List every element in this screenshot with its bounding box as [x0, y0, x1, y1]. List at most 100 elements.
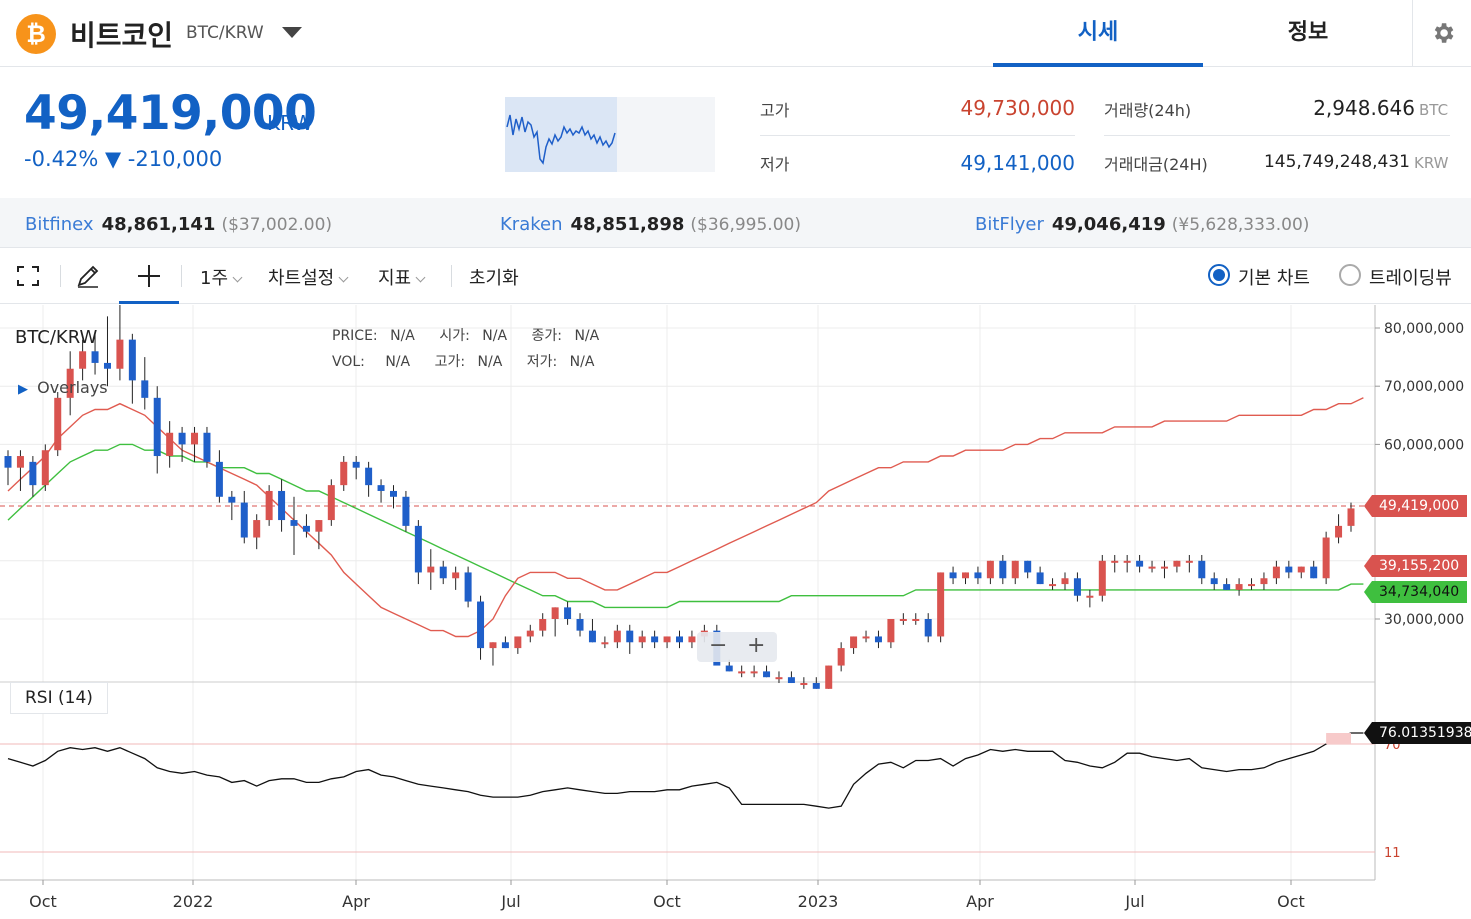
exchange-name[interactable]: BitFlyer: [975, 214, 1044, 235]
candle: [837, 642, 845, 672]
candle: [1198, 554, 1206, 585]
candle-body: [787, 677, 795, 684]
candle-body: [1024, 560, 1032, 573]
candle: [1086, 589, 1094, 608]
candle-body: [962, 572, 970, 579]
divider: [451, 265, 452, 287]
settings-button[interactable]: [1412, 0, 1471, 67]
candle-body: [1148, 566, 1156, 569]
tab-info[interactable]: 정보: [1203, 0, 1413, 67]
candle-body: [750, 671, 758, 674]
candle: [1148, 560, 1156, 573]
candle-body: [613, 630, 621, 643]
candle: [1123, 554, 1131, 573]
basic-chart-label[interactable]: 기본 차트: [1238, 264, 1310, 290]
candle-body: [4, 456, 12, 468]
candle: [962, 572, 970, 585]
chart-axes: 80,000,000 70,000,000 60,000,000 30,000,000…: [29, 321, 1464, 911]
candle-body: [763, 671, 771, 678]
info-value: N/A: [385, 354, 411, 370]
candle: [676, 630, 683, 649]
candle-body: [427, 566, 435, 573]
candle-body: [874, 636, 882, 643]
candle-body: [389, 490, 397, 497]
exchange-price: 48,861,141: [101, 214, 216, 235]
candle: [949, 566, 957, 585]
coin-pair: BTC/KRW: [186, 23, 264, 43]
price-change: -0.42% ▼ -210,000: [24, 147, 223, 171]
candle-body: [41, 450, 49, 486]
candle: [1272, 560, 1280, 585]
candle-body: [1173, 560, 1181, 567]
divider: [181, 265, 182, 287]
fullscreen-icon[interactable]: [16, 265, 40, 287]
x-tick-label: Oct: [29, 892, 57, 911]
candle: [874, 630, 882, 649]
info-value: N/A: [477, 354, 503, 370]
candle-body: [228, 496, 236, 503]
candle: [800, 677, 808, 689]
zoom-out-button[interactable]: −: [709, 633, 727, 658]
exchange-name[interactable]: Bitfinex: [25, 214, 94, 235]
candle-body: [651, 636, 659, 643]
candle-body: [999, 560, 1007, 579]
candle-body: [688, 636, 696, 643]
exchange-name[interactable]: Kraken: [500, 214, 563, 235]
last-price-tag: 49,419,000: [1363, 495, 1468, 517]
candle: [352, 456, 360, 480]
candle-body: [1322, 537, 1330, 579]
chart-settings-dropdown[interactable]: 차트설정: [268, 264, 349, 290]
tradingview-label[interactable]: 트레이딩뷰: [1369, 264, 1452, 290]
candle: [613, 624, 621, 649]
zoom-in-button[interactable]: +: [747, 633, 765, 658]
crosshair-tool[interactable]: [119, 248, 179, 304]
info-label: 종가:: [531, 328, 562, 344]
basic-chart-radio[interactable]: [1208, 264, 1230, 286]
price-unit: KRW: [267, 111, 313, 135]
candle-body: [290, 520, 298, 526]
candle-body: [1335, 525, 1343, 538]
candle: [166, 421, 174, 468]
candle-body: [464, 572, 472, 602]
exchange-price: 48,851,898: [570, 214, 685, 235]
reset-button[interactable]: 초기화: [469, 264, 519, 290]
overlays-toggle[interactable]: ▶ Overlays: [18, 378, 108, 397]
tradingview-radio[interactable]: [1339, 264, 1361, 286]
candle: [427, 549, 435, 590]
candle-body: [116, 339, 124, 369]
ma-short-line: [7, 397, 1364, 638]
candle-body: [638, 636, 646, 643]
candle: [1073, 572, 1081, 602]
pencil-icon[interactable]: [75, 263, 101, 289]
candle-body: [1285, 566, 1293, 573]
candle: [1335, 514, 1343, 544]
candle-body: [153, 397, 161, 457]
candle-body: [1223, 584, 1231, 590]
info-label: 고가:: [434, 354, 466, 370]
x-tick-label: Apr: [966, 892, 994, 911]
candle-body: [203, 432, 211, 462]
candle-body: [937, 572, 945, 637]
candle: [16, 450, 24, 491]
candle: [389, 485, 397, 509]
candle: [253, 514, 261, 550]
x-tick-label: 2022: [173, 892, 214, 911]
interval-dropdown[interactable]: 1주: [200, 264, 243, 290]
price-chart[interactable]: 7011 80,000,000 70,000,000 60,000,000 30,00…: [0, 305, 1471, 919]
candle: [638, 630, 646, 649]
candle-body: [1123, 560, 1131, 563]
low-value: 49,141,000: [960, 151, 1075, 175]
candle: [1223, 578, 1231, 590]
candle: [1049, 578, 1057, 590]
candle-body: [327, 485, 335, 521]
indicators-dropdown[interactable]: 지표: [378, 264, 426, 290]
coin-select-chevron-down-icon[interactable]: [282, 27, 302, 38]
candle-body: [564, 607, 572, 619]
candle: [564, 601, 572, 625]
candle-body: [439, 566, 447, 579]
candle: [265, 485, 273, 526]
moving-averages: [7, 397, 1364, 638]
candle-body: [1260, 578, 1268, 585]
tab-price[interactable]: 시세: [993, 0, 1203, 67]
volume-unit: BTC: [1419, 101, 1449, 119]
